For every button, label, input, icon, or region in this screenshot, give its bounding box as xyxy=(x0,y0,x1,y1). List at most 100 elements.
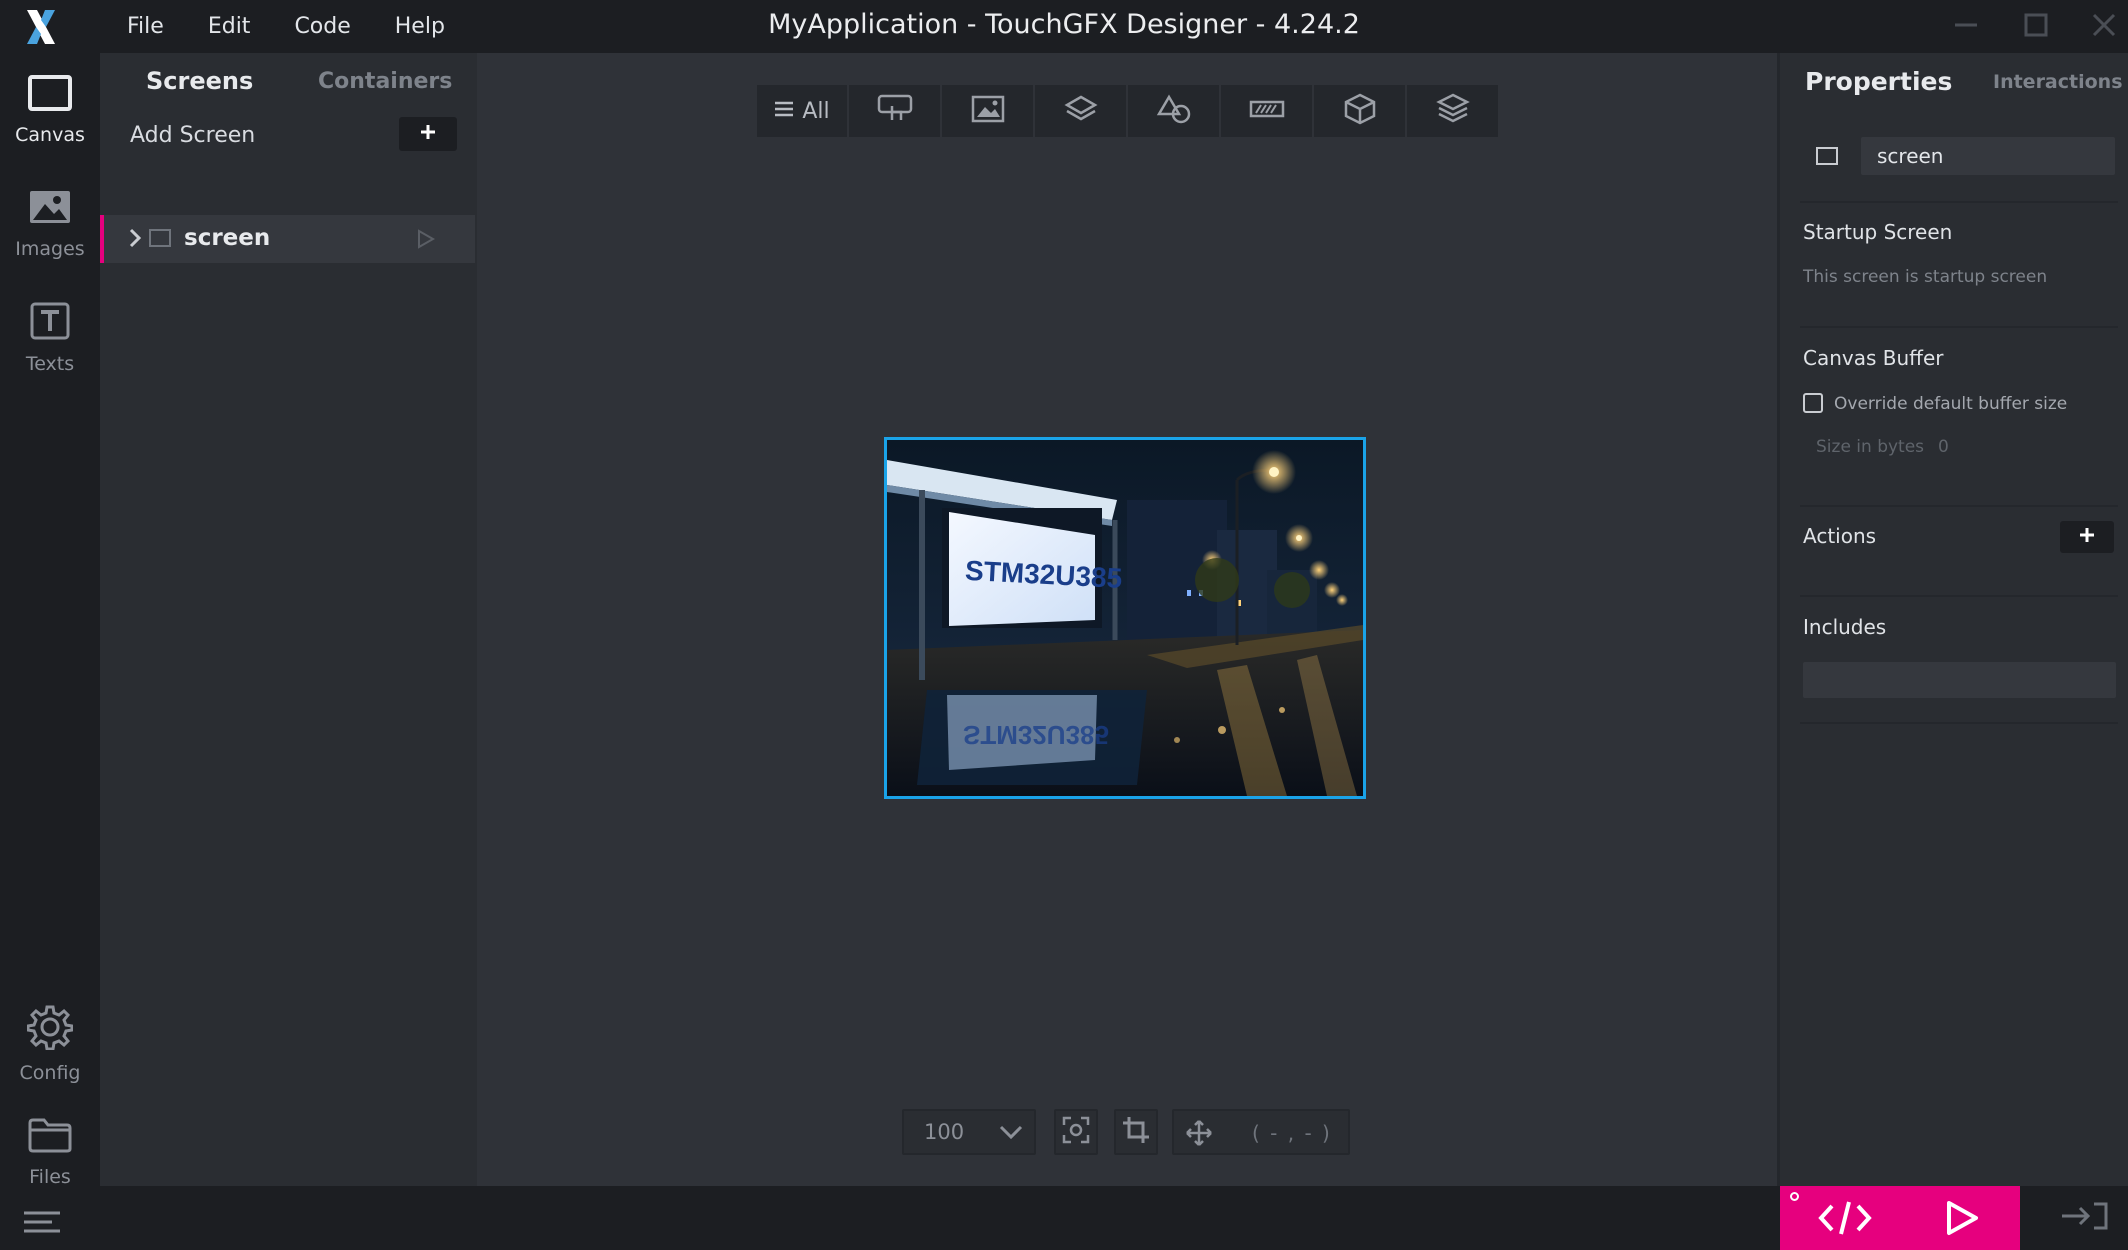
includes-heading: Includes xyxy=(1803,615,1887,639)
filter-progress-button[interactable] xyxy=(1221,85,1312,137)
nav-config-label: Config xyxy=(19,1062,81,1084)
title-bar: File Edit Code Help MyApplication - Touc… xyxy=(0,0,2128,53)
startup-screen-text: This screen is startup screen xyxy=(1803,267,2048,287)
list-icon xyxy=(774,99,794,124)
nav-files-label: Files xyxy=(29,1166,71,1188)
nav-canvas-label: Canvas xyxy=(15,124,85,146)
add-action-button[interactable] xyxy=(2060,521,2114,553)
screen-type-icon xyxy=(1815,146,1839,170)
menu-file[interactable]: File xyxy=(105,14,186,39)
screen-icon xyxy=(148,228,172,252)
screens-panel: Screens Containers Add Screen screen xyxy=(100,53,477,1186)
screen-name-field[interactable]: screen xyxy=(1861,137,2115,175)
run-simulator-button[interactable] xyxy=(1944,1200,1980,1240)
nav-texts-label: Texts xyxy=(25,353,75,375)
left-navigation: Canvas Images Texts Config Files xyxy=(0,53,100,1250)
screens-panel-tabs: Screens Containers xyxy=(100,53,477,111)
screen-list-item[interactable]: screen xyxy=(100,215,475,263)
touchgfx-logo xyxy=(0,0,81,53)
preview-background-image: STM32U385 STM32U385 xyxy=(887,440,1363,796)
nav-images[interactable]: Images xyxy=(0,169,100,279)
close-button[interactable] xyxy=(2074,0,2128,50)
stack-icon xyxy=(1435,93,1470,129)
focus-icon xyxy=(1062,1116,1090,1148)
override-buffer-label: Override default buffer size xyxy=(1834,394,2068,414)
filter-images-button[interactable] xyxy=(942,85,1033,137)
filter-stack-button[interactable] xyxy=(1407,85,1498,137)
coordinates-display: ( - , - ) xyxy=(1172,1109,1350,1155)
gear-icon xyxy=(26,1004,74,1054)
filter-containers-button[interactable] xyxy=(1035,85,1126,137)
divider xyxy=(1800,201,2118,203)
filter-all-button[interactable]: All xyxy=(757,85,847,137)
canvas-buffer-heading: Canvas Buffer xyxy=(1803,346,1944,370)
chevron-down-icon xyxy=(998,1123,1024,1145)
menu-bar: File Edit Code Help xyxy=(105,0,467,53)
buffer-size-label: Size in bytes xyxy=(1816,437,1925,457)
nav-images-label: Images xyxy=(15,238,85,260)
menu-help[interactable]: Help xyxy=(373,14,467,39)
filter-all-label: All xyxy=(802,98,830,124)
canvas-area[interactable]: All STM32U385 STM32U385 100 (- , -) xyxy=(477,53,1777,1186)
divider xyxy=(1800,595,2118,597)
image-icon xyxy=(971,95,1005,127)
login-icon xyxy=(2060,1201,2108,1235)
maximize-button[interactable] xyxy=(2006,0,2066,50)
menu-code[interactable]: Code xyxy=(272,14,372,39)
tab-screens[interactable]: Screens xyxy=(146,67,253,95)
tab-interactions[interactable]: Interactions xyxy=(1993,71,2123,93)
add-screen-label: Add Screen xyxy=(130,123,256,148)
add-screen-row: Add Screen xyxy=(100,111,477,161)
plus-icon xyxy=(419,123,437,145)
chevron-right-icon[interactable] xyxy=(128,227,142,253)
minimize-button[interactable] xyxy=(1936,0,1996,50)
widget-filter-toolbar: All xyxy=(757,85,1498,137)
generate-code-button[interactable] xyxy=(1818,1200,1872,1240)
run-target-button[interactable] xyxy=(2040,1186,2128,1250)
canvas-icon xyxy=(27,74,73,116)
fit-to-screen-button[interactable] xyxy=(1054,1109,1098,1155)
status-bar xyxy=(0,1186,2128,1250)
coordinates-value: ( - , - ) xyxy=(1252,1121,1332,1145)
buffer-size-value[interactable]: 0 xyxy=(1938,437,1949,457)
filter-interaction-button[interactable] xyxy=(849,85,940,137)
hamburger-menu-icon[interactable] xyxy=(22,1210,62,1238)
nav-config[interactable]: Config xyxy=(0,989,100,1099)
status-indicator xyxy=(1790,1192,1799,1201)
folder-icon xyxy=(27,1116,73,1158)
zoom-value: 100 xyxy=(924,1120,965,1144)
includes-field[interactable] xyxy=(1803,662,2116,698)
filter-3d-button[interactable] xyxy=(1314,85,1405,137)
progress-bar-icon xyxy=(1249,97,1285,125)
billboard-reflection-text: STM32U385 xyxy=(963,720,1109,750)
screen-name: screen xyxy=(184,225,271,251)
text-icon xyxy=(29,301,71,345)
override-buffer-checkbox[interactable] xyxy=(1803,393,1823,413)
add-screen-button[interactable] xyxy=(399,117,457,151)
code-icon xyxy=(1818,1201,1872,1235)
shapes-icon xyxy=(1156,94,1192,128)
actions-heading: Actions xyxy=(1803,524,1877,548)
properties-panel: Properties Interactions screen Startup S… xyxy=(1777,53,2128,1186)
play-icon xyxy=(1947,1201,1978,1235)
zoom-select[interactable]: 100 xyxy=(902,1109,1036,1155)
nav-canvas[interactable]: Canvas xyxy=(0,55,100,165)
plus-icon xyxy=(2079,527,2095,547)
screen-name-value: screen xyxy=(1877,144,1944,168)
image-icon xyxy=(27,188,73,230)
run-toolbar xyxy=(1780,1186,2020,1250)
divider xyxy=(1800,505,2118,507)
tab-containers[interactable]: Containers xyxy=(318,69,452,94)
screen-preview[interactable]: STM32U385 STM32U385 xyxy=(884,437,1366,799)
cube-icon xyxy=(1343,93,1377,129)
startup-screen-heading: Startup Screen xyxy=(1803,220,1953,244)
tab-properties[interactable]: Properties xyxy=(1805,67,1952,96)
move-icon xyxy=(1186,1120,1212,1150)
touch-icon xyxy=(877,94,913,128)
filter-shapes-button[interactable] xyxy=(1128,85,1219,137)
crop-button[interactable] xyxy=(1114,1109,1158,1155)
layers-icon xyxy=(1063,94,1098,128)
play-screen-icon[interactable] xyxy=(416,228,436,254)
menu-edit[interactable]: Edit xyxy=(186,14,273,39)
nav-texts[interactable]: Texts xyxy=(0,283,100,393)
